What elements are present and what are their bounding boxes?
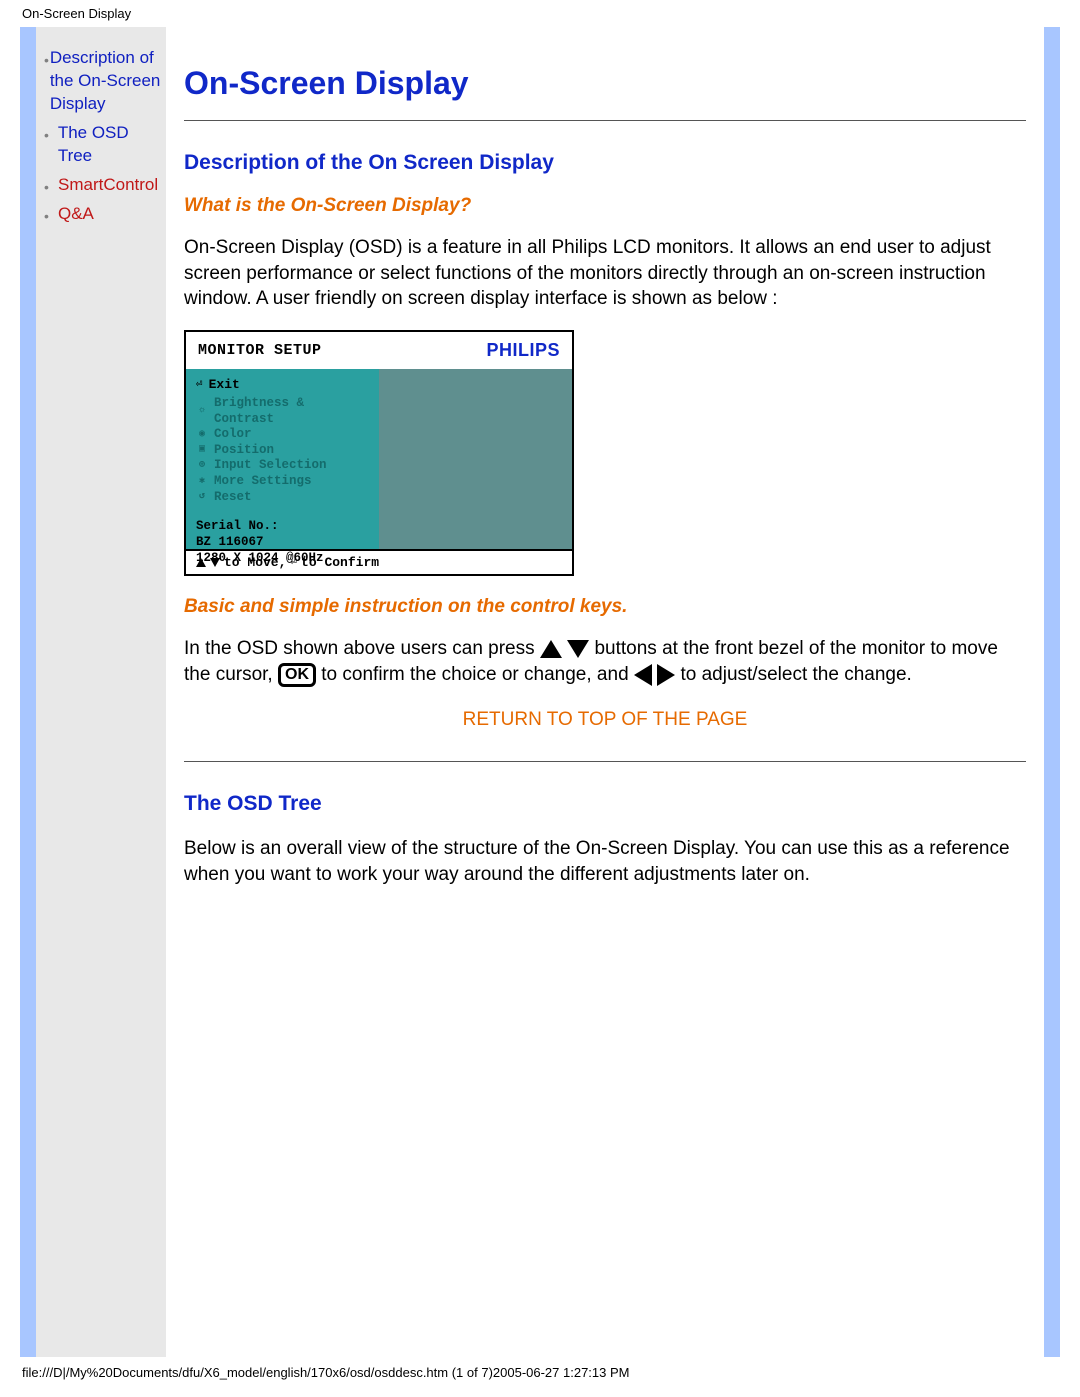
up-arrow-icon xyxy=(540,640,562,658)
reset-icon: ↺ xyxy=(196,491,208,504)
sidebar-link-label[interactable]: SmartControl xyxy=(58,174,158,197)
inst-text-d: to adjust/select the change. xyxy=(680,664,911,685)
sidebar-link-label[interactable]: The OSD Tree xyxy=(58,122,166,168)
left-arrow-icon xyxy=(634,664,652,686)
philips-logo: PHILIPS xyxy=(486,340,560,361)
osd-preview-panel xyxy=(379,369,572,549)
down-arrow-icon xyxy=(567,640,589,658)
osd-serial-label: Serial No.: xyxy=(196,519,371,535)
osd-menu-label: More Settings xyxy=(214,474,312,490)
section-heading-osd-tree: The OSD Tree xyxy=(184,792,1026,816)
sidebar: • Description of the On-Screen Display •… xyxy=(36,27,166,1357)
osd-exit-label: Exit xyxy=(209,377,240,392)
inst-text-c: to confirm the choice or change, and xyxy=(321,664,628,685)
ok-button-icon: OK xyxy=(278,663,316,687)
osd-footer-confirm: to Confirm xyxy=(301,555,379,570)
inst-text-a: In the OSD shown above users can press xyxy=(184,638,535,659)
paragraph-osd-tree: Below is an overall view of the structur… xyxy=(184,836,1026,887)
bullet-icon: • xyxy=(44,178,58,197)
paragraph-osd-intro: On-Screen Display (OSD) is a feature in … xyxy=(184,235,1026,312)
osd-menu-label: Reset xyxy=(214,490,252,506)
main-content: On-Screen Display Description of the On … xyxy=(166,27,1044,1357)
osd-menu-item: ▣ Position xyxy=(196,443,371,459)
page-header-title: On-Screen Display xyxy=(0,0,1080,27)
content-frame: • Description of the On-Screen Display •… xyxy=(20,27,1060,1357)
footer-file-path: file:///D|/My%20Documents/dfu/X6_model/e… xyxy=(0,1357,1080,1388)
divider xyxy=(184,761,1026,762)
osd-titlebar: MONITOR SETUP PHILIPS xyxy=(186,332,572,369)
section-heading-description: Description of the On Screen Display xyxy=(184,151,1026,175)
osd-footer-move: to Move, xyxy=(224,555,286,570)
osd-menu-label: Input Selection xyxy=(214,458,327,474)
osd-menu-panel: ⏎ Exit ☼ Brightness & Contrast ◉ Color ▣ Po… xyxy=(186,369,379,549)
sidebar-link-label[interactable]: Description of the On-Screen Display xyxy=(50,47,166,116)
osd-menu-item: ◉ Color xyxy=(196,427,371,443)
osd-menu-item: ☼ Brightness & Contrast xyxy=(196,396,371,427)
right-arrow-icon xyxy=(657,664,675,686)
osd-title-left: MONITOR SETUP xyxy=(198,342,322,359)
sidebar-item-smartcontrol[interactable]: • SmartControl xyxy=(44,174,166,197)
osd-body: ⏎ Exit ☼ Brightness & Contrast ◉ Color ▣ Po… xyxy=(186,369,572,549)
bullet-icon: • xyxy=(44,126,58,145)
subheading-what-is-osd: What is the On-Screen Display? xyxy=(184,195,1026,217)
down-arrow-icon xyxy=(210,558,220,567)
sidebar-item-osd-tree[interactable]: • The OSD Tree xyxy=(44,122,166,168)
divider xyxy=(184,120,1026,121)
osd-serial-value: BZ 116067 xyxy=(196,535,371,551)
input-icon: ⊕ xyxy=(196,460,208,473)
settings-icon: ✱ xyxy=(196,476,208,489)
position-icon: ▣ xyxy=(196,444,208,457)
document-frame: On-Screen Display • Description of the O… xyxy=(0,0,1080,1388)
osd-menu-label: Brightness & Contrast xyxy=(214,396,371,427)
osd-menu-item: ⊕ Input Selection xyxy=(196,458,371,474)
sidebar-link-label[interactable]: Q&A xyxy=(58,203,94,226)
subheading-control-keys: Basic and simple instruction on the cont… xyxy=(184,596,1026,618)
palette-icon: ◉ xyxy=(196,429,208,442)
osd-menu-label: Position xyxy=(214,443,274,459)
osd-menu-label: Color xyxy=(214,427,252,443)
up-arrow-icon xyxy=(196,558,206,567)
back-arrow-icon: ⏎ xyxy=(196,377,203,391)
return-to-top-link[interactable]: RETURN TO TOP OF THE PAGE xyxy=(184,709,1026,731)
sidebar-item-description[interactable]: • Description of the On-Screen Display xyxy=(44,47,166,116)
sidebar-item-qa[interactable]: • Q&A xyxy=(44,203,166,226)
osd-menu-item: ✱ More Settings xyxy=(196,474,371,490)
osd-screenshot: MONITOR SETUP PHILIPS ⏎ Exit ☼ Brightness… xyxy=(184,330,574,576)
ok-icon: ⏎ xyxy=(290,555,297,569)
osd-menu-exit: ⏎ Exit xyxy=(196,377,371,392)
bullet-icon: • xyxy=(44,207,58,226)
page-title: On-Screen Display xyxy=(184,65,1026,102)
osd-menu-item: ↺ Reset xyxy=(196,490,371,506)
paragraph-instructions: In the OSD shown above users can press b… xyxy=(184,636,1026,687)
sun-icon: ☼ xyxy=(196,405,208,418)
